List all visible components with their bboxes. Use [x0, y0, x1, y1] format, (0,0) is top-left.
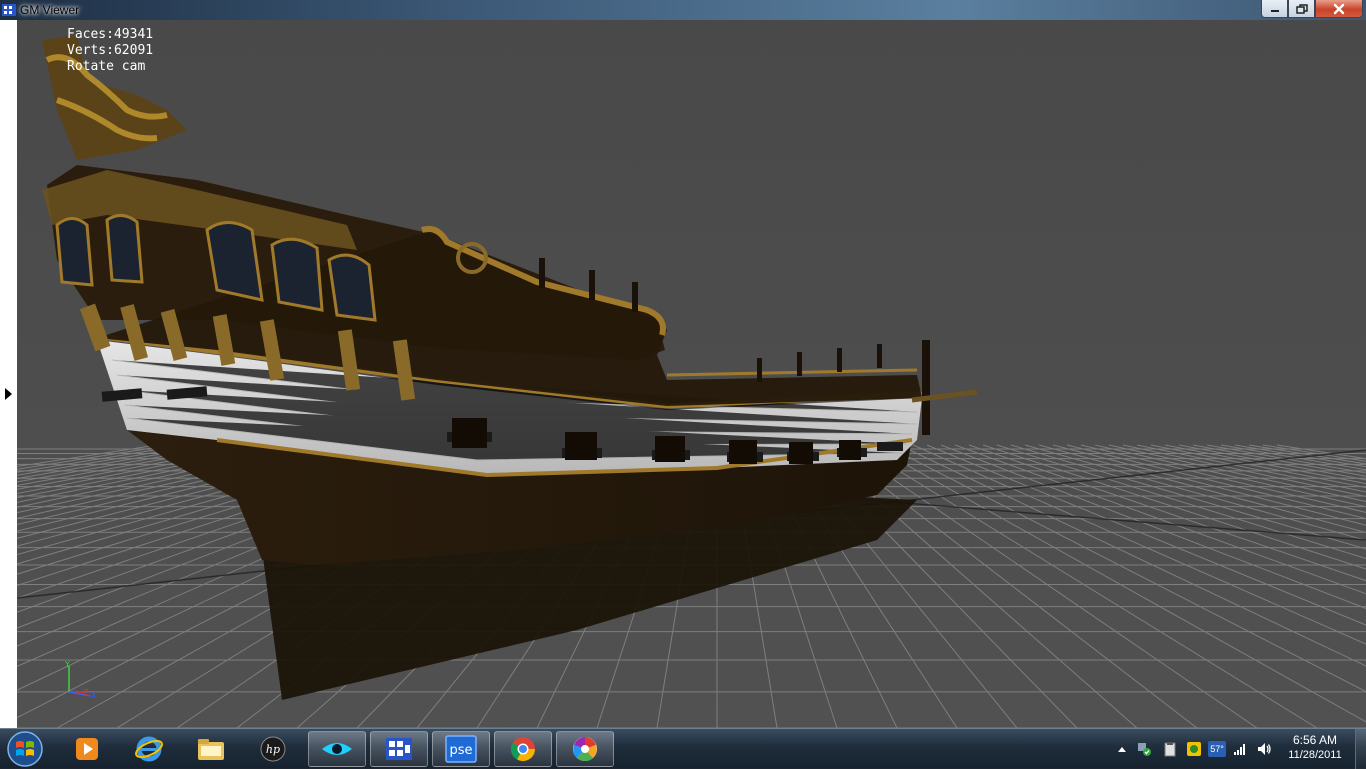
system-clock[interactable]: 6:56 AM 11/28/2011: [1280, 733, 1350, 763]
photoshop-elements-icon: pse: [445, 735, 477, 763]
weather-temperature[interactable]: 57°: [1208, 741, 1226, 757]
chevron-up-icon: [1118, 747, 1126, 752]
tray-network[interactable]: [1232, 741, 1248, 757]
chrome-icon: [510, 737, 535, 762]
file-explorer-icon: [198, 739, 224, 760]
signal-bars-icon: [1234, 744, 1245, 755]
minimize-icon: [1270, 9, 1279, 12]
expand-panel-arrow-icon[interactable]: [5, 388, 12, 400]
tray-security[interactable]: [1186, 741, 1202, 757]
network-check-icon: [1138, 743, 1151, 756]
hp-label: hp: [266, 743, 280, 756]
taskbar-file-explorer[interactable]: [182, 731, 240, 767]
restore-button[interactable]: [1288, 0, 1315, 18]
minimize-button[interactable]: [1261, 0, 1288, 18]
taskbar-chrome[interactable]: [494, 731, 552, 767]
internet-explorer-icon: [135, 736, 163, 762]
taskbar-internet-explorer[interactable]: [120, 731, 178, 767]
z-axis-label: Z: [83, 688, 89, 697]
taskbar-picasa[interactable]: [556, 731, 614, 767]
faces-count: Faces:49341: [67, 27, 154, 42]
gm-viewer-icon: [386, 738, 412, 760]
tray-network-share[interactable]: [1136, 741, 1152, 757]
window-title: GM Viewer: [20, 3, 80, 17]
show-hidden-icons-button[interactable]: [1114, 741, 1130, 757]
y-axis-label: Y: [64, 660, 70, 669]
tray-volume[interactable]: [1256, 741, 1272, 757]
x-axis-label: X: [91, 691, 97, 700]
clock-time: 6:56 AM: [1292, 733, 1338, 747]
taskbar-gm-viewer[interactable]: [370, 731, 428, 767]
pse-label: pse: [449, 743, 472, 758]
clipboard-icon: [1164, 742, 1176, 757]
close-icon: [1333, 3, 1345, 14]
taskbar-eye-app[interactable]: [308, 731, 366, 767]
close-button[interactable]: [1315, 0, 1363, 18]
hp-icon: hp: [260, 736, 286, 762]
security-icon: [1187, 742, 1201, 756]
show-desktop-button[interactable]: [1355, 729, 1366, 769]
render-stats-overlay: Faces:49341 Verts:62091 Rotate cam: [67, 27, 153, 75]
3d-viewport[interactable]: Faces:49341 Verts:62091 Rotate cam Y Z X: [17, 20, 1366, 728]
taskbar: hp pse 57° 6:56 AM 11/28/2011: [0, 728, 1366, 769]
window-title-bar[interactable]: GM Viewer: [0, 0, 1366, 20]
clock-date: 11/28/2011: [1288, 749, 1342, 761]
app-icon: [2, 4, 16, 16]
tray-clipboard[interactable]: [1162, 741, 1178, 757]
restore-icon: [1295, 3, 1308, 14]
taskbar-media-player[interactable]: [58, 731, 116, 767]
media-player-icon: [76, 738, 98, 760]
taskbar-photoshop-elements[interactable]: pse: [432, 731, 490, 767]
start-button[interactable]: [5, 730, 45, 768]
eye-app-icon: [322, 743, 352, 755]
picasa-icon: [573, 737, 597, 762]
axis-gizmo: Y Z X: [64, 660, 97, 700]
taskbar-hp[interactable]: hp: [244, 731, 302, 767]
speaker-icon: [1258, 743, 1271, 755]
camera-mode: Rotate cam: [67, 59, 146, 74]
scene-render[interactable]: [17, 20, 1366, 728]
verts-count: Verts:62091: [67, 43, 154, 58]
side-panel-strip: [0, 20, 17, 728]
